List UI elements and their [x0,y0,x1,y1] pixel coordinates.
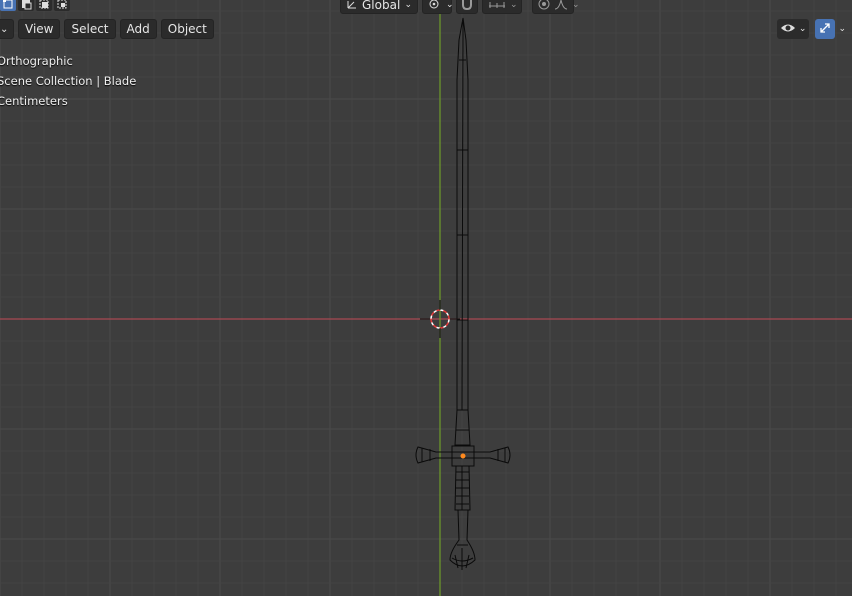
menu-select-label: Select [71,22,109,36]
chevron-down-icon: ⌄ [510,0,518,10]
chevron-down-icon: ⌄ [572,0,580,10]
menu-view[interactable]: View [18,19,61,39]
collection-text: Scene Collection | Blade [0,74,137,88]
eye-icon [780,22,796,37]
transform-orientation-dropdown[interactable]: Global ⌄ [340,0,418,14]
all-select-icon[interactable] [54,0,70,11]
face-select-icon[interactable] [36,0,52,11]
snap-target-dropdown[interactable]: ⌄ [482,0,522,14]
proportional-edit-icon [538,0,550,13]
menu-view-label: View [25,22,54,36]
vertex-select-icon[interactable] [0,0,16,11]
snap-increment-icon [488,0,506,13]
pivot-icon [428,0,442,13]
viewport-info-overlay: Orthographic Scene Collection | Blade Ce… [0,51,136,111]
falloff-curve-icon [554,0,568,13]
chevron-down-icon[interactable]: ⌄ [838,24,846,34]
gizmo-toggle[interactable] [815,19,836,39]
menu-add-label: Add [126,22,150,36]
viewport-header-right: ⌄ ⌄ [776,19,846,39]
proportional-editing-toggle[interactable]: ⌄ [532,0,580,14]
selection-mode-group [0,0,70,11]
chevron-down-icon: ⌄ [446,0,454,10]
snap-toggle[interactable] [456,0,478,14]
transform-orientation-label: Global [362,0,401,12]
gizmo-arrows-icon [818,21,832,38]
menu-select[interactable]: Select [64,19,116,39]
menu-object-label: Object [167,22,207,36]
units-text: Centimeters [0,94,68,108]
pivot-point-dropdown[interactable]: ⌄ [422,0,454,14]
transform-orientation-group: Global ⌄ ⌄ ⌄ ⌄ [340,0,580,14]
view-mode-text: Orthographic [0,54,73,68]
magnet-icon [460,0,474,13]
chevron-down-icon: ⌄ [404,0,412,10]
gizmo-group: ⌄ [815,19,846,39]
viewport-header-menus: ⌄ View Select Add Object [0,19,214,39]
tool-settings-bar: Global ⌄ ⌄ ⌄ ⌄ [0,0,852,16]
menu-add[interactable]: Add [119,19,157,39]
orientation-axes-icon [346,0,358,13]
chevron-down-icon: ⌄ [0,23,9,35]
visibility-dropdown[interactable]: ⌄ [776,19,810,39]
menu-object[interactable]: Object [160,19,214,39]
mode-dropdown[interactable]: ⌄ [0,19,14,39]
edge-select-icon[interactable] [18,0,34,11]
chevron-down-icon: ⌄ [798,24,807,34]
